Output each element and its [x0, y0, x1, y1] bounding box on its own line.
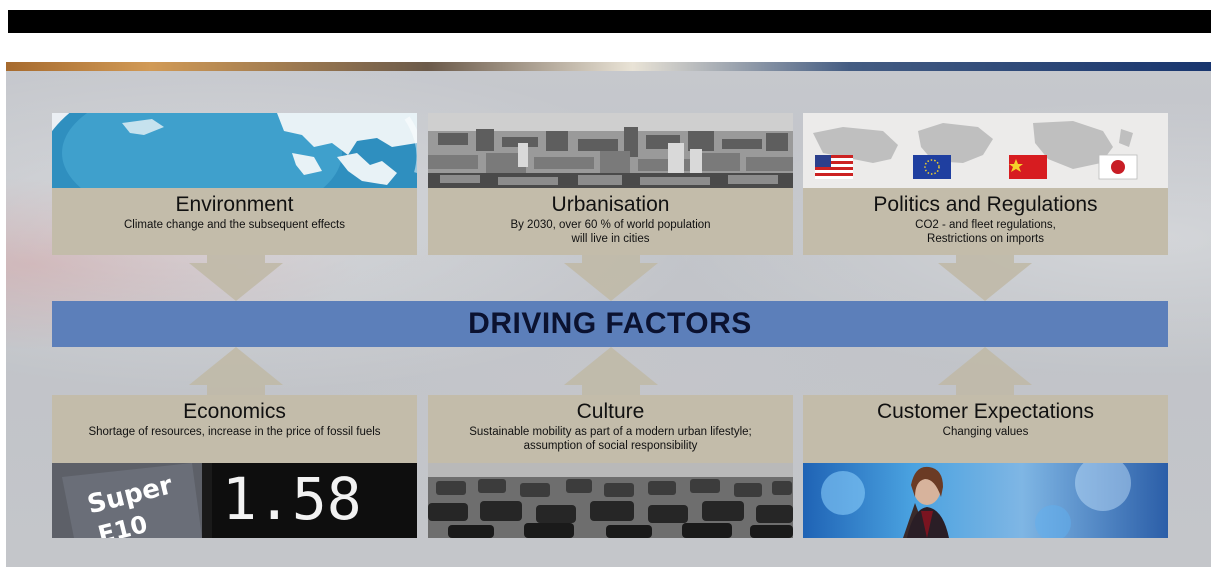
japan-flag-icon: [1098, 154, 1138, 180]
eu-flag-icon: [913, 155, 951, 179]
up-arrow-culture: [564, 347, 658, 395]
urbanisation-title: Urbanisation: [551, 193, 670, 216]
driving-factors-label: DRIVING FACTORS: [468, 307, 752, 340]
culture-textbox: Culture Sustainable mobility as part of …: [428, 395, 793, 463]
us-flag-icon: [815, 155, 853, 179]
economics-textbox: Economics Shortage of resources, increas…: [52, 395, 417, 463]
politics-desc-line2: Restrictions on imports: [927, 233, 1044, 245]
header-strip: [6, 62, 1211, 71]
traffic-jam-icon: [428, 463, 793, 538]
urbanisation-desc-line2: will live in cities: [571, 233, 650, 245]
top-black-bar: [8, 10, 1211, 33]
culture-title: Culture: [576, 400, 645, 423]
fuel-price-icon: Super E10 1.58: [52, 463, 417, 538]
driving-factors-band: DRIVING FACTORS: [52, 301, 1168, 347]
china-flag-icon: [1009, 155, 1047, 179]
customer-textbox: Customer Expectations Changing values: [803, 395, 1168, 463]
politics-textbox: Politics and Regulations CO2 - and fleet…: [803, 188, 1168, 255]
politics-title: Politics and Regulations: [873, 193, 1098, 216]
city-aerial-icon: [428, 113, 793, 188]
slide: Environment Climate change and the subse…: [6, 62, 1211, 567]
customer-desc: Changing values: [942, 426, 1029, 438]
economics-title: Economics: [183, 400, 286, 423]
environment-textbox: Environment Climate change and the subse…: [52, 188, 417, 255]
economics-desc: Shortage of resources, increase in the p…: [88, 426, 381, 438]
woman-portrait-icon: [803, 463, 1168, 538]
customer-title: Customer Expectations: [876, 400, 1095, 423]
up-arrow-economics: [189, 347, 283, 395]
culture-desc-line2: assumption of social responsibility: [523, 440, 698, 452]
down-arrow-environment: [189, 255, 283, 301]
culture-desc-line1: Sustainable mobility as part of a modern…: [469, 426, 752, 438]
fuel-price: 1.58: [222, 465, 362, 533]
down-arrow-urbanisation: [564, 255, 658, 301]
up-arrow-customer: [938, 347, 1032, 395]
environment-title: Environment: [175, 193, 294, 216]
globe-europe-icon: [52, 113, 417, 188]
environment-desc: Climate change and the subsequent effect…: [124, 219, 345, 231]
down-arrow-politics: [938, 255, 1032, 301]
urbanisation-desc-line1: By 2030, over 60 % of world population: [510, 219, 711, 231]
map-flags-icon: [803, 113, 1168, 188]
urbanisation-textbox: Urbanisation By 2030, over 60 % of world…: [428, 188, 793, 255]
politics-desc-line1: CO2 - and fleet regulations,: [915, 219, 1056, 231]
